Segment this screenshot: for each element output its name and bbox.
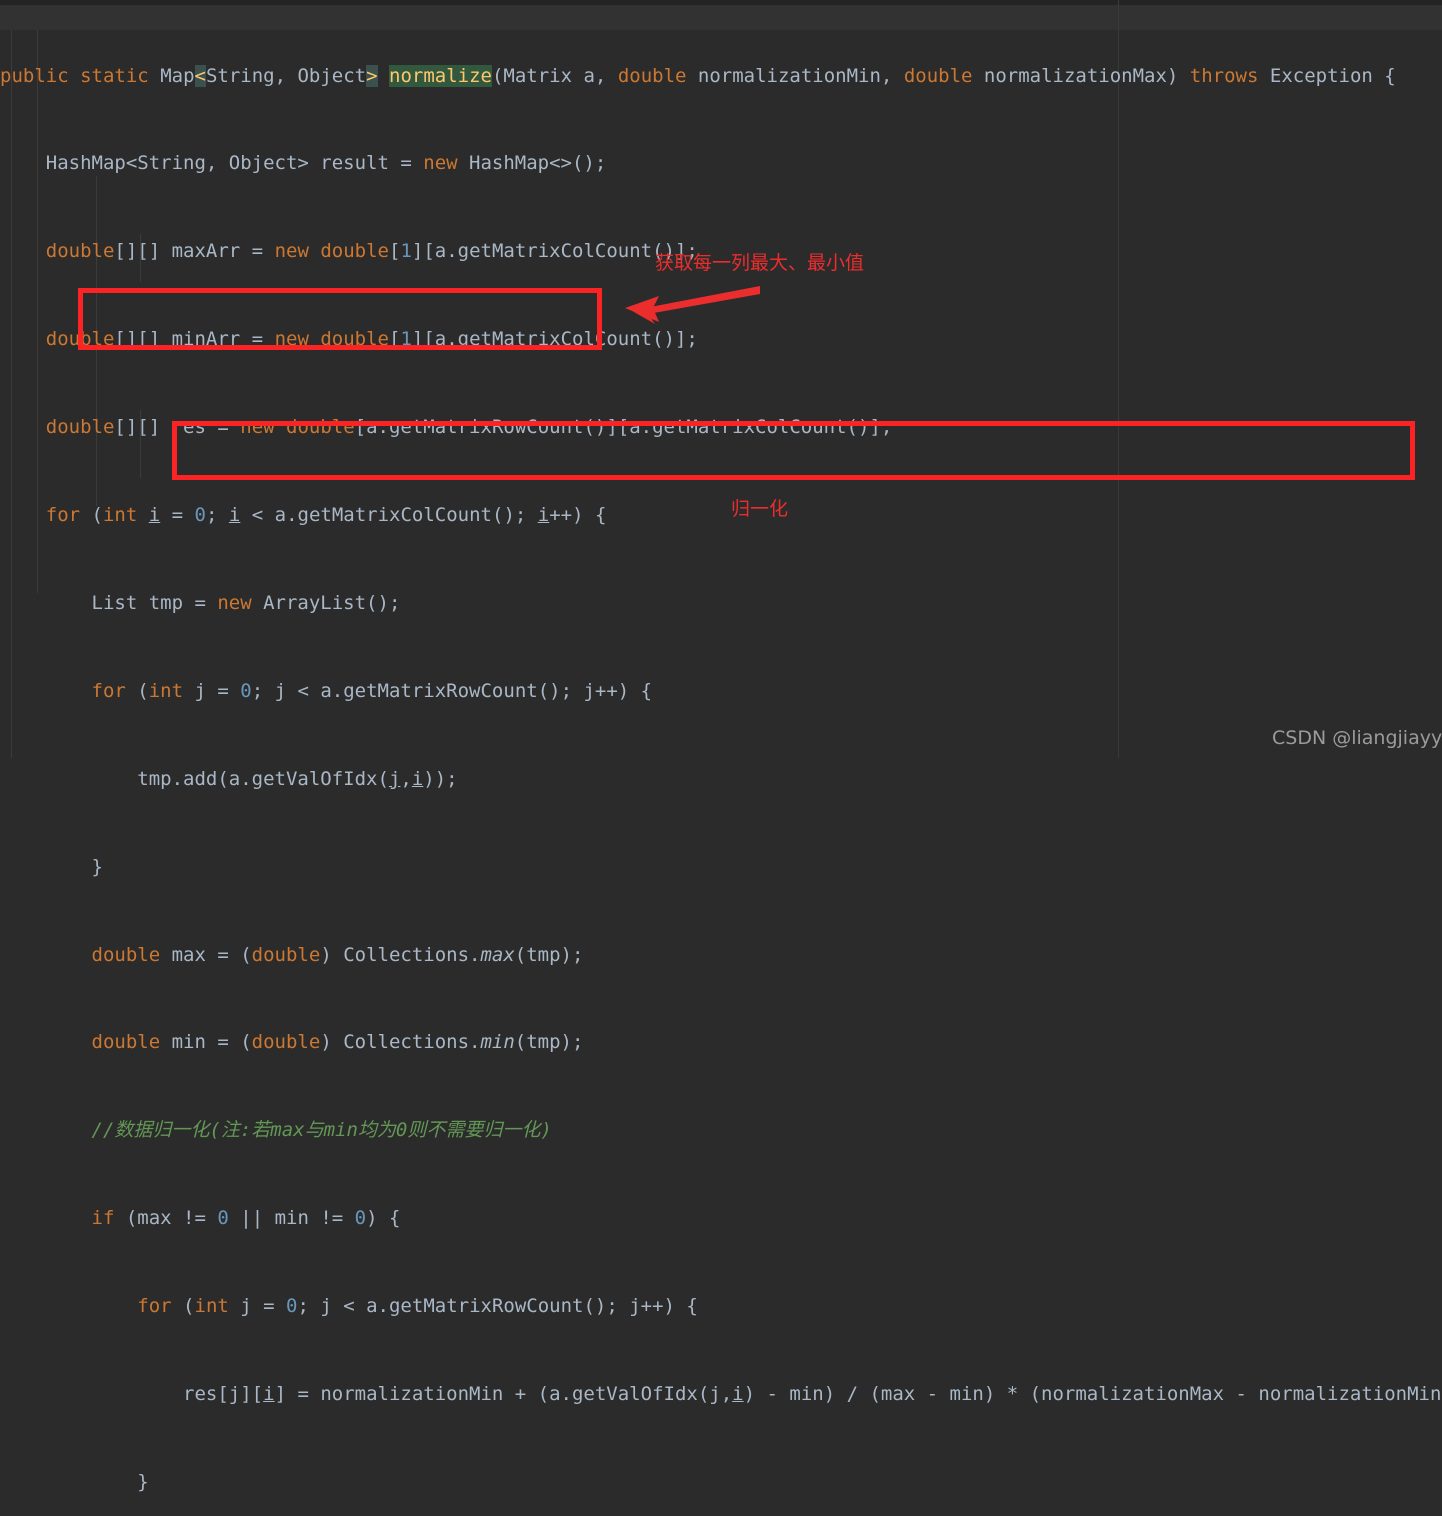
code-line: double[][] res = new double[a.getMatrixR… (45, 416, 893, 439)
code-line: double max = (double) Collections.max(tm… (91, 943, 584, 966)
code-line: List tmp = new ArrayList(); (0, 591, 401, 614)
code-line: res[j][i] = normalizationMin + (a.getVal… (0, 1382, 1442, 1405)
csdn-watermark: CSDN @liangjiayy (1272, 727, 1442, 749)
code-line: tmp.add(a.getValOfIdx(j,i)); (0, 767, 458, 790)
pointer-arrow (625, 286, 760, 324)
code-text: public static Map<String, Object> normal… (0, 0, 1442, 1516)
code-line: HashMap<String, Object> result = new Has… (0, 152, 607, 175)
normalize-note: 归一化 (731, 498, 789, 520)
code-line: double min = (double) Collections.min(tm… (91, 1031, 584, 1054)
code-line: } (0, 855, 103, 878)
code-line: for (int j = 0; j < a.getMatrixRowCount(… (91, 679, 653, 702)
code-line: //数据归一化(注:若max与min均为0则不需要归一化) (91, 1119, 552, 1142)
code-line: public static Map<String, Object> normal… (0, 64, 1396, 87)
code-line: if (max != 0 || min != 0) { (91, 1207, 401, 1230)
code-line: } (0, 1470, 149, 1493)
code-line: for (int j = 0; j < a.getMatrixRowCount(… (137, 1295, 698, 1318)
get-max-min-note: 获取每一列最大、最小值 (655, 252, 865, 274)
code-editor[interactable]: public static Map<String, Object> normal… (0, 0, 1442, 1493)
code-line: for (int i = 0; i < a.getMatrixColCount(… (45, 504, 607, 527)
